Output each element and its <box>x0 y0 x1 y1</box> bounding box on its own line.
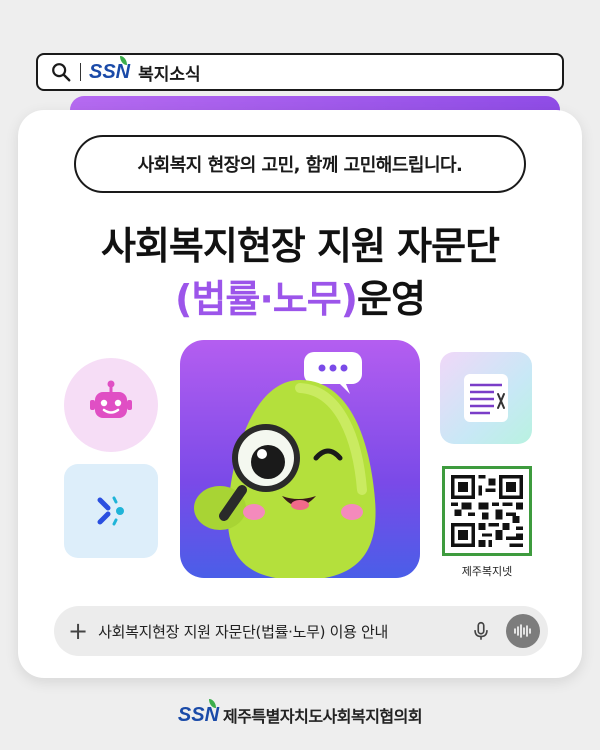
footer-ssn-logo: SSN <box>178 698 219 727</box>
main-card: 사회복지 현장의 고민, 함께 고민해드립니다. 사회복지현장 지원 자문단 (… <box>18 110 582 678</box>
title-rest: 운영 <box>357 277 426 321</box>
character-mascot <box>194 352 376 578</box>
qr-code-pattern <box>451 475 523 547</box>
add-button[interactable]: + <box>68 619 88 643</box>
footer-org-name: 제주특별자치도사회복지협의회 <box>223 707 423 726</box>
ssn-logo: SSN <box>89 55 130 84</box>
title-line-2: (법률·노무)운영 <box>18 268 582 323</box>
search-query[interactable]: 복지소식 <box>138 60 201 85</box>
sparkle-tile <box>64 464 158 558</box>
chat-input-text[interactable]: 사회복지현장 지원 자문단(법률·노무) 이용 안내 <box>98 621 470 642</box>
qr-code[interactable] <box>442 466 532 556</box>
sparkle-icon <box>97 496 124 526</box>
document-icon <box>464 374 508 422</box>
search-divider <box>80 63 81 81</box>
robot-tile <box>64 358 158 452</box>
footer: SSN 제주특별자치도사회복지협의회 <box>0 698 600 727</box>
mic-icon[interactable] <box>470 620 492 642</box>
title-line-1: 사회복지현장 지원 자문단 <box>100 224 500 268</box>
character-tile <box>180 340 420 578</box>
voice-button[interactable] <box>506 614 540 648</box>
robot-icon <box>90 380 132 418</box>
tagline-pill: 사회복지 현장의 고민, 함께 고민해드립니다. <box>74 135 526 193</box>
qr-label: 제주복지넷 <box>461 565 513 578</box>
search-icon <box>52 63 71 82</box>
voice-wave-icon <box>514 624 531 638</box>
title-accent: (법률·노무) <box>175 277 358 321</box>
search-bar[interactable]: SSN 복지소식 <box>36 53 564 91</box>
document-tile <box>440 352 532 444</box>
chat-input-bar[interactable]: + 사회복지현장 지원 자문단(법률·노무) 이용 안내 <box>54 606 548 656</box>
